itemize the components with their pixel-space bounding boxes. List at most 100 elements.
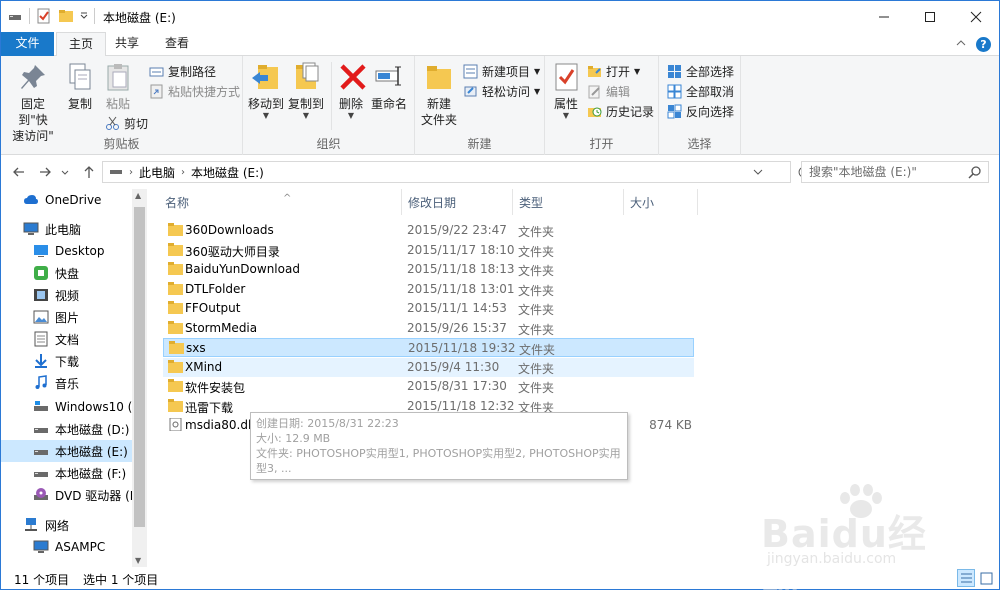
up-button[interactable] bbox=[81, 164, 97, 180]
paste-button[interactable]: 粘贴 bbox=[101, 61, 135, 112]
sidebar-scroll-thumb[interactable] bbox=[134, 207, 145, 527]
file-type: 文件夹 bbox=[518, 283, 555, 298]
sidebar-item[interactable]: 下载 bbox=[1, 350, 132, 372]
column-header-name[interactable]: 名称 ^ bbox=[159, 189, 402, 215]
paste-shortcut-label: 粘贴快捷方式 bbox=[168, 84, 241, 99]
sidebar-item[interactable]: 此电脑 bbox=[1, 218, 132, 240]
file-row[interactable]: BaiduYunDownload 2015/11/18 18:13 文件夹 bbox=[163, 260, 694, 279]
address-dropdown-icon[interactable] bbox=[752, 165, 764, 182]
folder-info-tooltip: 创建日期: 2015/8/31 22:23 大小: 12.9 MB 文件夹: P… bbox=[250, 412, 628, 480]
scroll-up-icon[interactable]: ▲ bbox=[135, 191, 141, 200]
file-row[interactable]: 360Downloads 2015/9/22 23:47 文件夹 bbox=[163, 221, 694, 240]
sidebar-item[interactable]: 图片 bbox=[1, 306, 132, 328]
sidebar-item[interactable]: ASAMPC bbox=[1, 536, 132, 558]
file-date: 2015/8/31 17:30 bbox=[407, 379, 507, 393]
recent-locations-button[interactable] bbox=[60, 164, 70, 180]
sidebar-scrollbar[interactable]: ▲ ▼ bbox=[132, 189, 147, 567]
sidebar-item[interactable]: 本地磁盘 (E:) bbox=[1, 440, 132, 462]
delete-button[interactable]: 删除 ▼ bbox=[337, 61, 366, 120]
sidebar-item-label: 网络 bbox=[45, 518, 70, 533]
close-icon bbox=[970, 11, 982, 22]
column-header-type[interactable]: 类型 bbox=[513, 189, 624, 215]
group-label-organize: 组织 bbox=[316, 137, 341, 151]
scissors-icon bbox=[105, 116, 120, 131]
copy-button[interactable]: 复制 bbox=[63, 61, 97, 112]
pc-icon bbox=[33, 539, 49, 555]
tooltip-folders-cont: 型3, ... bbox=[256, 462, 292, 475]
sidebar-item[interactable]: 本地磁盘 (D:) bbox=[1, 418, 132, 440]
sidebar-item[interactable]: Windows10 (C: bbox=[1, 396, 132, 418]
search-input[interactable]: 搜索"本地磁盘 (E:)" bbox=[801, 161, 989, 183]
file-type: 文件夹 bbox=[518, 264, 555, 278]
file-date: 2015/11/18 12:32 bbox=[407, 398, 515, 413]
file-row[interactable]: FFOutput 2015/11/1 14:53 文件夹 bbox=[163, 299, 694, 318]
easy-access-button[interactable]: 轻松访问 ▼ bbox=[463, 81, 540, 101]
help-icon[interactable]: ? bbox=[976, 37, 991, 52]
tab-home[interactable]: 主页 bbox=[56, 32, 107, 57]
tab-view[interactable]: 查看 bbox=[153, 32, 201, 56]
open-button[interactable]: 打开 ▼ bbox=[587, 61, 640, 81]
sidebar-item[interactable]: DVD 驱动器 (H: bbox=[1, 484, 132, 506]
file-row[interactable]: 360驱动大师目录 2015/11/17 18:10 文件夹 bbox=[163, 241, 694, 260]
address-bar[interactable]: › 此电脑 › 本地磁盘 (E:) bbox=[102, 161, 810, 183]
select-all-button[interactable]: 全部选择 bbox=[667, 61, 734, 81]
forward-button[interactable] bbox=[37, 164, 53, 180]
item-count: 11 个项目 bbox=[14, 573, 70, 587]
file-row[interactable]: sxs 2015/11/18 19:32 文件夹 bbox=[163, 338, 694, 357]
pin-quick-access-button[interactable]: 固定到"快 速访问" bbox=[7, 61, 59, 144]
maximize-button[interactable] bbox=[907, 1, 953, 32]
invert-selection-button[interactable]: 反向选择 bbox=[667, 101, 734, 121]
sidebar-item[interactable]: 文档 bbox=[1, 328, 132, 350]
paste-shortcut-button[interactable]: 粘贴快捷方式 bbox=[149, 81, 240, 101]
select-none-button[interactable]: 全部取消 bbox=[667, 81, 734, 101]
copy-to-button[interactable]: 复制到 ▼ bbox=[287, 61, 325, 120]
new-item-dropdown-icon: ▼ bbox=[534, 66, 541, 76]
file-row[interactable]: XMind 2015/9/4 11:30 文件夹 bbox=[163, 357, 694, 377]
search-icon bbox=[968, 165, 982, 179]
edit-button[interactable]: 编辑 bbox=[587, 81, 630, 101]
cut-button[interactable]: 剪切 bbox=[105, 113, 148, 133]
tab-file[interactable]: 文件 bbox=[1, 32, 54, 56]
sidebar-item[interactable]: 音乐 bbox=[1, 372, 132, 394]
large-icons-view-button[interactable] bbox=[977, 569, 995, 587]
rename-button[interactable]: 重命名 bbox=[369, 61, 409, 112]
properties-icon[interactable] bbox=[36, 8, 52, 24]
move-to-button[interactable]: 移动到 ▼ bbox=[247, 61, 285, 120]
sidebar-item[interactable]: 视频 bbox=[1, 284, 132, 306]
group-open: 属性 ▼ 打开 ▼ 编辑 历史记录 打开 bbox=[545, 56, 659, 155]
new-folder-button[interactable]: 新建 文件夹 bbox=[419, 61, 459, 128]
details-view-button[interactable] bbox=[957, 569, 975, 587]
sidebar-item[interactable]: 网络 bbox=[1, 514, 132, 536]
new-item-button[interactable]: 新建项目 ▼ bbox=[463, 61, 540, 81]
chevron-down-icon[interactable] bbox=[80, 8, 88, 24]
file-row[interactable]: StormMedia 2015/9/26 15:37 文件夹 bbox=[163, 319, 694, 338]
file-row[interactable]: 软件安装包 2015/8/31 17:30 文件夹 bbox=[163, 377, 694, 396]
easy-access-label: 轻松访问 bbox=[482, 84, 531, 99]
sidebar-item[interactable]: OneDrive bbox=[1, 189, 132, 211]
breadcrumb-drive-e[interactable]: 本地磁盘 (E:) bbox=[191, 164, 264, 181]
tab-share[interactable]: 共享 bbox=[103, 32, 151, 56]
sidebar-item[interactable]: 快盘 bbox=[1, 262, 132, 284]
history-button[interactable]: 历史记录 bbox=[587, 101, 654, 121]
sidebar-item[interactable]: 本地磁盘 (F:) bbox=[1, 462, 132, 484]
file-date: 2015/11/17 18:10 bbox=[407, 242, 515, 257]
network-icon bbox=[23, 517, 39, 533]
collapse-ribbon-icon[interactable] bbox=[956, 38, 966, 51]
scroll-down-icon[interactable]: ▼ bbox=[135, 556, 141, 565]
column-modified-label: 修改日期 bbox=[408, 196, 457, 210]
minimize-button[interactable] bbox=[861, 1, 907, 32]
column-header-modified[interactable]: 修改日期 bbox=[402, 189, 513, 215]
back-button[interactable] bbox=[11, 164, 27, 180]
file-row[interactable]: DTLFolder 2015/11/18 13:01 文件夹 bbox=[163, 280, 694, 299]
folder-icon bbox=[168, 320, 183, 334]
close-button[interactable] bbox=[953, 1, 999, 32]
copy-path-button[interactable]: 复制路径 bbox=[149, 61, 216, 81]
group-label-open: 打开 bbox=[589, 137, 614, 151]
drive-icon[interactable] bbox=[7, 8, 23, 24]
sidebar-item[interactable]: Desktop bbox=[1, 240, 132, 262]
breadcrumb-this-pc[interactable]: 此电脑 bbox=[139, 164, 175, 181]
new-folder-icon[interactable] bbox=[58, 8, 74, 24]
properties-button[interactable]: 属性 ▼ bbox=[551, 61, 581, 120]
delete-icon bbox=[337, 61, 369, 93]
column-header-size[interactable]: 大小 bbox=[624, 189, 698, 215]
